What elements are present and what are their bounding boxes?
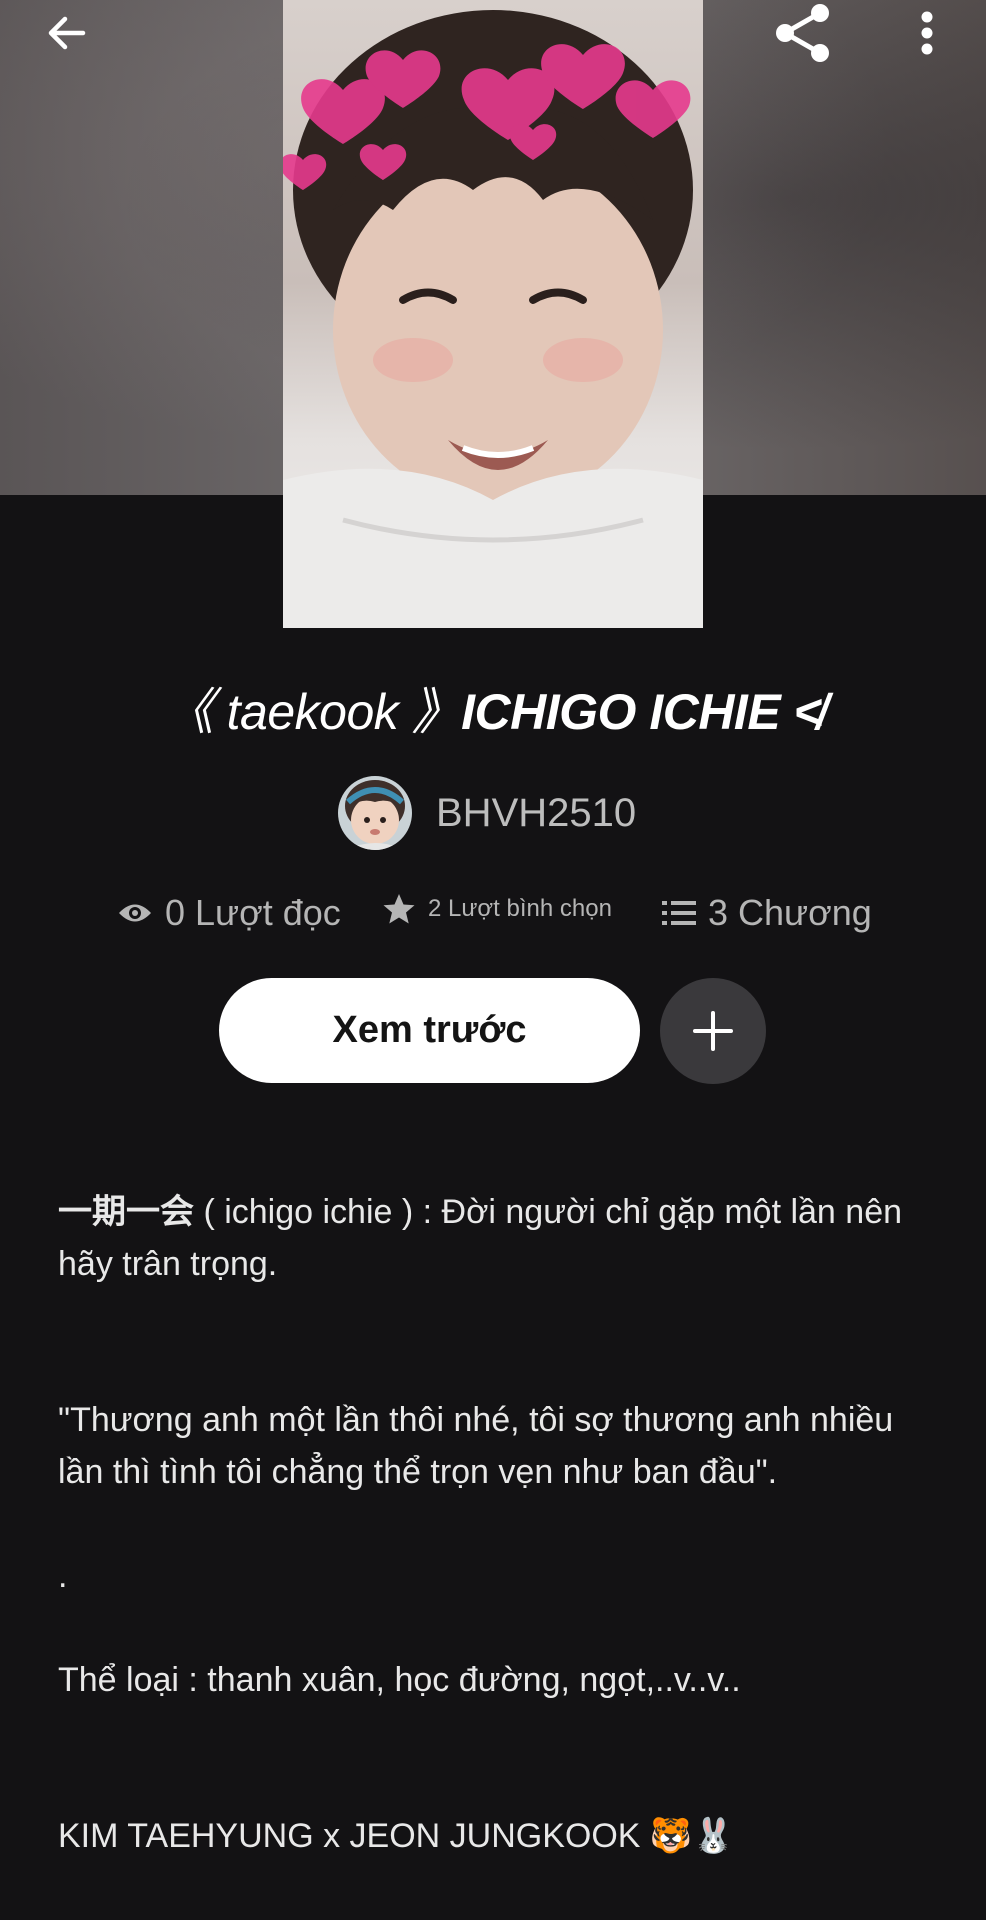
share-icon	[776, 4, 829, 62]
description-genre: Thể loại : thanh xuân, học đường, ngọt,.…	[58, 1661, 741, 1699]
description-kanji: 一期一会	[58, 1193, 194, 1231]
eye-icon	[119, 904, 151, 922]
description-dot: .	[58, 1557, 68, 1595]
reads-stat: 0 Lượt đọc	[117, 892, 341, 934]
plus-icon	[693, 1011, 733, 1051]
story-description: 一期一会 ( ichigo ichie ) : Đời người chỉ gặ…	[58, 1186, 938, 1862]
votes-count: 2 Lượt bình chọn	[428, 895, 612, 922]
more-options-button[interactable]	[882, 0, 972, 66]
story-stats: 0 Lượt đọc 2 Lượt bình chọn 3 Chương	[0, 892, 986, 942]
list-icon	[662, 901, 696, 925]
reads-count: 0 Lượt đọc	[165, 892, 341, 933]
description-quote: "Thương anh một lần thôi nhé, tôi sợ thư…	[58, 1401, 894, 1491]
preview-button[interactable]: Xem trước	[219, 978, 640, 1083]
votes-stat: 2 Lượt bình chọn	[382, 892, 612, 926]
back-button[interactable]	[22, 0, 112, 66]
add-to-library-button[interactable]	[660, 978, 766, 1084]
arrow-left-icon	[48, 16, 86, 50]
star-icon	[383, 894, 415, 924]
author-avatar	[338, 776, 412, 850]
description-pairing: KIM TAEHYUNG x JEON JUNGKOOK 🐯🐰	[58, 1817, 735, 1855]
share-button[interactable]	[758, 0, 848, 66]
story-title-main: ICHIGO ICHIE ≮	[461, 684, 823, 740]
story-title-prefix: 《 taekook 》	[163, 684, 462, 740]
story-cover-image	[283, 0, 703, 628]
author-name: BHVH2510	[436, 790, 637, 835]
description-line-1: 一期一会 ( ichigo ichie ) : Đời người chỉ gặ…	[58, 1186, 938, 1290]
more-vertical-icon	[921, 11, 933, 55]
chapters-count: 3 Chương	[708, 892, 872, 933]
story-title: 《 taekook 》ICHIGO ICHIE ≮	[0, 672, 986, 744]
author-link[interactable]: BHVH2510	[338, 775, 636, 851]
chapters-stat: 3 Chương	[662, 892, 872, 934]
